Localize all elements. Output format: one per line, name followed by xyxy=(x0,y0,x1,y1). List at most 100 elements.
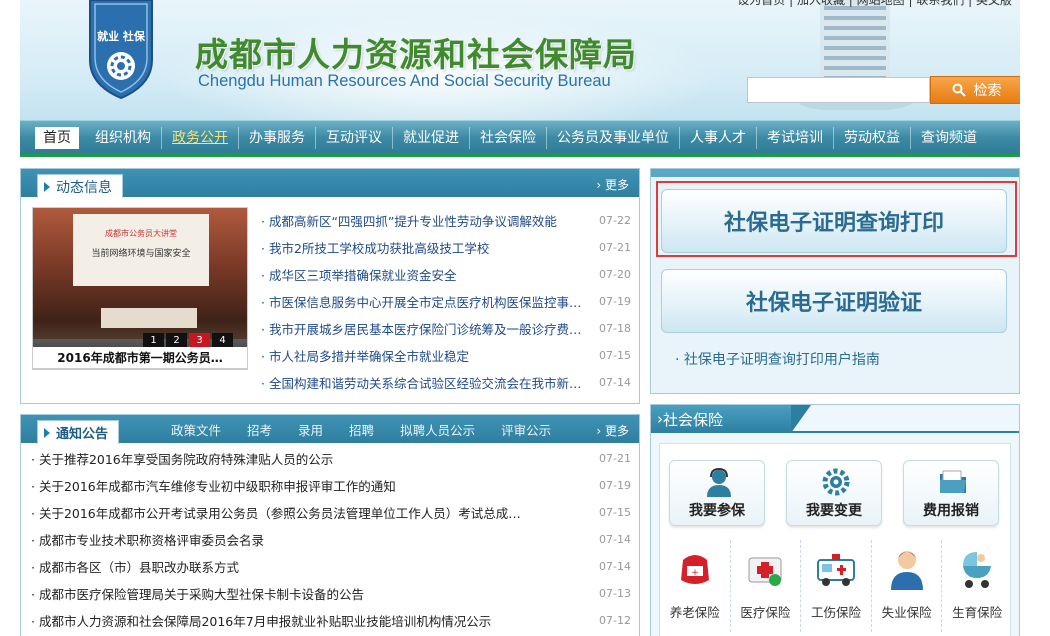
list-item: · 关于2016年成都市汽车维修专业初中级职称申报评审工作的通知 07-19 xyxy=(31,472,631,499)
notice-date: 07-12 xyxy=(599,614,631,627)
site-header: 就业 社保 成都市人力资源和社会保障局 Chengdu Human Resour… xyxy=(20,0,1020,120)
news-list: · 成都高新区“四强四抓”提升专业性劳动争议调解效能 07-22 · 我市2所技工… xyxy=(261,207,631,396)
notice-link[interactable]: · 关于2016年成都市公开考试录用公务员（参照公务员法管理单位工作人员）考试总… xyxy=(31,503,595,522)
tab-candidate-publicity[interactable]: 拟聘人员公示 xyxy=(387,420,488,439)
slide-screen-line1: 成都市公务员大讲堂 xyxy=(105,229,177,238)
triangle-icon xyxy=(44,181,50,192)
nav-item-exam-training[interactable]: 考试培训 xyxy=(757,126,834,149)
nav-item-query[interactable]: 查询频道 xyxy=(911,127,987,149)
search-input[interactable] xyxy=(747,77,930,103)
notice-date: 07-13 xyxy=(599,587,631,600)
notice-date: 07-14 xyxy=(599,533,631,546)
folder-icon xyxy=(940,470,966,493)
news-date: 07-19 xyxy=(599,295,631,308)
nav-item-social-insurance[interactable]: 社会保险 xyxy=(470,126,547,149)
notice-title: 成都市人力资源和社会保障局2016年7月申报就业补贴职业技能培训机构情况公示 xyxy=(38,614,492,629)
work-injury-insurance-item[interactable]: 工伤保险 xyxy=(801,540,872,632)
triangle-icon xyxy=(44,427,50,438)
news-link[interactable]: · 成华区三项举措确保就业资金安全 xyxy=(261,265,595,284)
nav-item-labor-rights[interactable]: 劳动权益 xyxy=(834,126,911,149)
notice-link[interactable]: · 成都市人力资源和社会保障局2016年7月申报就业补贴职业技能培训机构情况公示 xyxy=(31,611,595,630)
nav-item-government-affairs[interactable]: 政务公开 xyxy=(162,126,239,149)
list-item: · 成都市专业技术职称资格评审委员会名录 07-14 xyxy=(31,526,631,553)
slide-pager-4[interactable]: 4 xyxy=(212,333,233,347)
cert-verify-button[interactable]: 社保电子证明验证 xyxy=(661,269,1007,333)
nav-item-civil-servants[interactable]: 公务员及事业单位 xyxy=(547,126,680,149)
gear-icon xyxy=(822,468,850,496)
notice-link[interactable]: · 成都市专业技术职称资格评审委员会名录 xyxy=(31,530,595,549)
news-link[interactable]: · 市人社局多措并举确保全市就业稳定 xyxy=(261,346,595,365)
nav-item-services[interactable]: 办事服务 xyxy=(239,126,316,149)
medical-insurance-item[interactable]: 医疗保险 xyxy=(731,540,802,632)
maternity-insurance-label: 生育保险 xyxy=(952,605,1003,620)
notice-date: 07-21 xyxy=(599,452,631,465)
list-item: · 我市开展城乡居民基本医疗保险门诊统筹及一般诊疗费… 07-18 xyxy=(261,315,631,342)
notice-date: 07-15 xyxy=(599,506,631,519)
nav-item-interactive-review[interactable]: 互动评议 xyxy=(316,126,393,149)
search-button-label: 检索 xyxy=(973,83,1002,99)
slide-pager-1[interactable]: 1 xyxy=(143,333,164,347)
news-link[interactable]: · 成都高新区“四强四抓”提升专业性劳动争议调解效能 xyxy=(261,211,595,230)
news-title: 成华区三项举措确保就业资金安全 xyxy=(268,268,457,283)
change-info-label: 我要变更 xyxy=(806,503,862,519)
person-icon xyxy=(890,551,923,590)
news-tab[interactable]: 动态信息 xyxy=(37,174,123,198)
site-title: 成都市人力资源和社会保障局 xyxy=(195,35,637,74)
change-info-button[interactable]: 我要变更 xyxy=(786,460,882,526)
news-title: 我市开展城乡居民基本医疗保险门诊统筹及一般诊疗费… xyxy=(268,322,582,337)
notice-tab-label: 通知公告 xyxy=(56,427,109,442)
maternity-insurance-item[interactable]: 生育保险 xyxy=(942,540,1012,632)
notice-link[interactable]: · 关于推荐2016年享受国务院政府特殊津贴人员的公示 xyxy=(31,449,595,468)
slide-pager-2[interactable]: 2 xyxy=(166,333,187,347)
list-item: · 关于推荐2016年享受国务院政府特殊津贴人员的公示 07-21 xyxy=(31,445,631,472)
notice-subtabs: 政策文件 招考 录用 招聘 拟聘人员公示 评审公示 xyxy=(171,415,564,443)
tab-recruitment-exam[interactable]: 招考 xyxy=(234,420,285,439)
list-item: · 成都市各区（市）县职改办联系方式 07-14 xyxy=(31,553,631,580)
news-link[interactable]: · 全国构建和谐劳动关系综合试验区经验交流会在我市新… xyxy=(261,373,595,392)
notice-title: 关于2016年成都市公开考试录用公务员（参照公务员法管理单位工作人员）考试总成… xyxy=(38,506,521,521)
notice-more-label: 更多 xyxy=(604,424,629,438)
unemployment-insurance-item[interactable]: 失业保险 xyxy=(872,540,943,632)
news-more-link[interactable]: › 更多 xyxy=(596,176,629,193)
notice-more-link[interactable]: › 更多 xyxy=(596,422,629,439)
top-links[interactable]: 设为首页 | 加入收藏 | 网站地图 | 联系我们 | 英文版 xyxy=(737,0,1012,8)
news-link[interactable]: · 我市开展城乡居民基本医疗保险门诊统筹及一般诊疗费… xyxy=(261,319,595,338)
notice-tab[interactable]: 通知公告 xyxy=(37,420,120,444)
reimbursement-button[interactable]: 费用报销 xyxy=(903,460,999,526)
news-link[interactable]: · 市医保信息服务中心开展全市定点医疗机构医保监控事… xyxy=(261,292,595,311)
pension-insurance-item[interactable]: + 养老保险 xyxy=(660,540,731,632)
main-nav: 首页 组织机构 政务公开 办事服务 互动评议 就业促进 社会保险 公务员及事业单… xyxy=(20,120,1020,157)
list-item: · 全国构建和谐劳动关系综合试验区经验交流会在我市新… 07-14 xyxy=(261,369,631,396)
notice-link[interactable]: · 成都市各区（市）县职改办联系方式 xyxy=(31,557,595,576)
notice-title: 成都市医疗保险管理局关于采购大型社保卡制卡设备的公告 xyxy=(38,587,364,602)
news-date: 07-22 xyxy=(599,214,631,227)
social-insurance-content: 我要参保 我要变更 费用报销 + 养老保险 医疗保险 工伤保险 失业保险 生育保… xyxy=(659,443,1011,636)
nav-item-organization[interactable]: 组织机构 xyxy=(85,126,162,149)
slide-pager-3[interactable]: 3 xyxy=(189,333,210,347)
news-date: 07-20 xyxy=(599,268,631,281)
social-insurance-title: 社会保险 xyxy=(663,410,724,429)
news-title: 我市2所技工学校成功获批高级技工学校 xyxy=(268,241,490,256)
notice-title: 成都市专业技术职称资格评审委员会名录 xyxy=(38,533,264,548)
notice-link[interactable]: · 成都市医疗保险管理局关于采购大型社保卡制卡设备的公告 xyxy=(31,584,595,603)
customer-service-icon xyxy=(707,467,731,497)
slide-caption[interactable]: 2016年成都市第一期公务员… xyxy=(32,347,248,369)
baby-stroller-icon xyxy=(963,552,992,588)
tab-review-publicity[interactable]: 评审公示 xyxy=(488,420,564,439)
notice-list: · 关于推荐2016年享受国务院政府特殊津贴人员的公示 07-21 · 关于201… xyxy=(31,445,631,634)
search-button[interactable]: 检索 xyxy=(930,76,1020,104)
enroll-insurance-button[interactable]: 我要参保 xyxy=(669,460,765,526)
nav-item-employment[interactable]: 就业促进 xyxy=(393,126,470,149)
nav-item-home[interactable]: 首页 xyxy=(35,126,79,149)
notice-link[interactable]: · 关于2016年成都市汽车维修专业初中级职称申报评审工作的通知 xyxy=(31,476,595,495)
tab-policy-documents[interactable]: 政策文件 xyxy=(171,420,234,439)
tab-admission[interactable]: 录用 xyxy=(285,420,336,439)
nav-item-talent[interactable]: 人事人才 xyxy=(680,126,757,149)
news-link[interactable]: · 我市2所技工学校成功获批高级技工学校 xyxy=(261,238,595,257)
notice-title: 关于推荐2016年享受国务院政府特殊津贴人员的公示 xyxy=(38,452,334,467)
cert-user-guide-link[interactable]: · 社保电子证明查询打印用户指南 xyxy=(675,349,880,369)
slide-screen: 成都市公务员大讲堂 当前网络环境与国家安全 xyxy=(73,214,209,286)
cert-query-print-button[interactable]: 社保电子证明查询打印 xyxy=(661,189,1007,253)
tab-hiring[interactable]: 招聘 xyxy=(336,420,387,439)
social-insurance-header: › 社会保险 xyxy=(651,405,811,433)
